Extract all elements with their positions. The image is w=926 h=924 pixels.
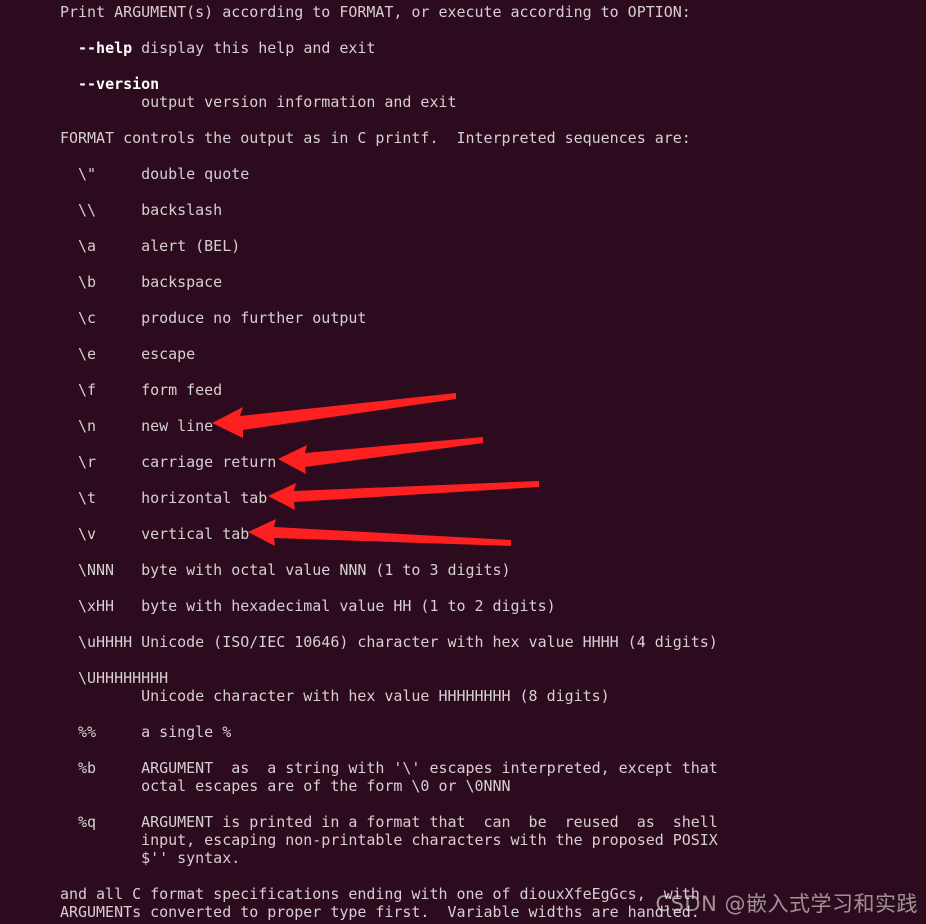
terminal-output-text: Print ARGUMENT(s) according to FORMAT, o… <box>60 3 718 921</box>
csdn-watermark-text: CSDN @嵌入式学习和实践 <box>655 892 918 916</box>
terminal-screen: Print ARGUMENT(s) according to FORMAT, o… <box>0 0 926 924</box>
csdn-watermark: CSDN @嵌入式学习和实践 <box>655 888 918 918</box>
